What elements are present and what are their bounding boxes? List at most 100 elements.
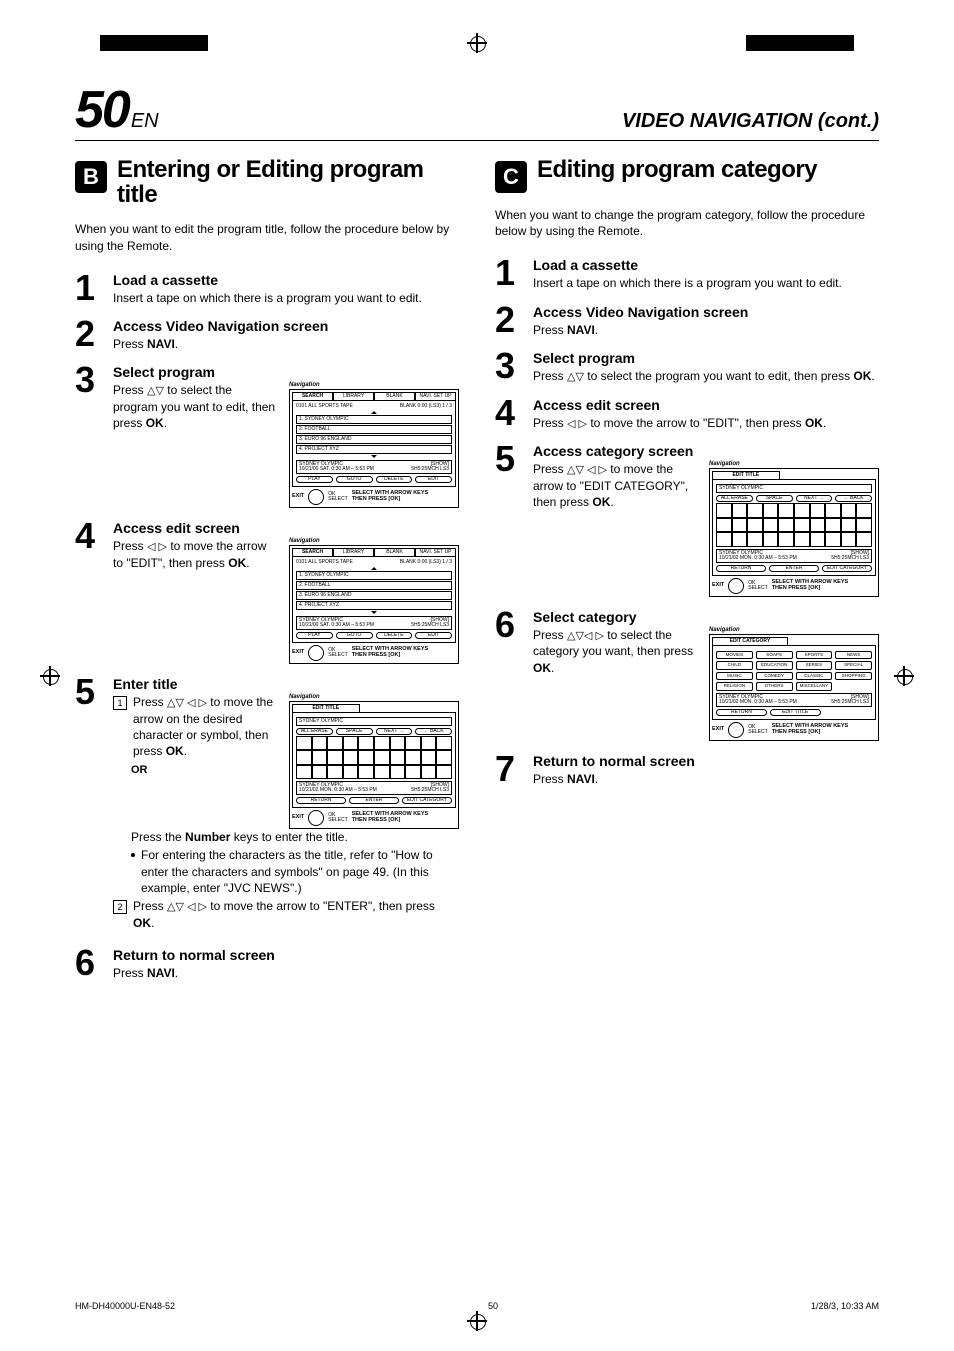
color-bar-left	[100, 35, 244, 51]
b-step-6: 6 Return to normal screen Press NAVI.	[75, 947, 459, 981]
b5-sub-2: 2 Press △▽ ◁ ▷ to move the arrow to "ENT…	[113, 898, 459, 931]
foot-msg-1: SELECT WITH ARROW KEYS THEN PRESS [OK]	[352, 491, 429, 503]
c-step-3-txt: Press △▽ to select the program you want …	[533, 368, 879, 385]
btn-erase-1: ALL ERASE	[296, 728, 333, 735]
list-item-2a: 1. SYDNEY OLYMPIC	[296, 571, 452, 580]
b3-key: OK	[146, 416, 164, 430]
b-step-5-num: 5	[75, 676, 101, 708]
c2-key: NAVI	[567, 323, 595, 337]
list-item-1c: 3. EURO 96 ENGLAND	[296, 435, 452, 444]
c4-mid: to move the arrow to "EDIT", then press	[587, 416, 805, 430]
col-right: C Editing program category When you want…	[495, 151, 879, 993]
b3-pre: Press	[113, 383, 147, 397]
foot-sel-2: SELECT	[328, 652, 347, 658]
list-item-1b: 2. FOOTBALL	[296, 425, 452, 434]
btn-enter-2: ENTER	[769, 565, 819, 572]
cat-special: SPECIAL	[835, 661, 872, 670]
b5-2-arrows: △▽ ◁ ▷	[167, 901, 207, 913]
edit-info-r-2: [SHOW] 5H5:25MCH LS3	[831, 551, 869, 561]
col-left: B Entering or Editing program title When…	[75, 151, 459, 993]
tab-blank-2: BLANK	[374, 548, 415, 556]
b-step-2-num: 2	[75, 318, 101, 350]
b5-2-pre: Press	[133, 899, 167, 913]
btn-return-3: RETURN	[716, 709, 767, 716]
cat-education: EDUCATION	[756, 661, 793, 670]
btn-erase-2: ALL ERASE	[716, 495, 753, 502]
c5-post: .	[610, 495, 613, 509]
b5-sub-2-num: 2	[113, 900, 127, 914]
b6-post: .	[175, 966, 178, 980]
info-l-2: SYDNEY OLYMPIC 10/21/00 SAT. 0:30 AM – 5…	[299, 618, 374, 628]
b-step-3-num: 3	[75, 364, 101, 396]
foot-msg-4: SELECT WITH ARROW KEYS THEN PRESS [OK]	[772, 580, 849, 592]
btn-goto-2: GOTO	[336, 632, 373, 639]
nav-brand-1: Navigation	[289, 382, 459, 388]
page-number-value: 50	[75, 81, 129, 139]
section-b-title: Entering or Editing program title	[117, 157, 459, 207]
foot-sel-1: SELECT	[328, 496, 347, 502]
tab-edit-title-2: EDIT TITLE	[712, 471, 780, 479]
b-step-2: 2 Access Video Navigation screen Press N…	[75, 318, 459, 352]
c-step-5-hd: Access category screen	[533, 443, 879, 459]
c4-key: OK	[805, 416, 823, 430]
b5-1-arrows: △▽ ◁ ▷	[167, 697, 207, 709]
c6-screenshot: Navigation EDIT CATEGORY MOVIES SOAPS	[709, 627, 879, 741]
c-step-1-txt: Insert a tape on which there is a progra…	[533, 275, 879, 291]
color-bar-right	[710, 35, 854, 51]
c-step-6-txt: Press △▽◁ ▷ to select the category you w…	[533, 627, 699, 676]
foot-sel-4: SELECT	[748, 585, 767, 591]
list-item-1d: 4. PROJECT XYZ	[296, 445, 452, 454]
foot-msg-3: SELECT WITH ARROW KEYS THEN PRESS [OK]	[352, 812, 429, 824]
page-footer: HM-DH40000U-EN48-52 50 1/28/3, 10:33 AM	[75, 1301, 879, 1311]
b-step-1-txt: Insert a tape on which there is a progra…	[113, 290, 459, 306]
section-b-heading: B Entering or Editing program title	[75, 157, 459, 207]
b-step-6-hd: Return to normal screen	[113, 947, 459, 963]
c-step-3-hd: Select program	[533, 350, 879, 366]
tab-setup-2: NAVI. SET UP	[415, 548, 456, 556]
tab-edit-title-1: EDIT TITLE	[292, 704, 360, 712]
c6-key: OK	[533, 661, 551, 675]
c-step-7-txt: Press NAVI.	[533, 771, 879, 787]
b-step-3-txt: Press △▽ to select the program you want …	[113, 382, 279, 431]
edit-info-l-2: SYDNEY OLYMPIC 10/21/02 MON. 0:30 AM – 5…	[719, 551, 797, 561]
info-r-1: [SHOW] 5H5:25MCH LS3	[411, 462, 449, 472]
cat-religion: RELIGION	[716, 682, 753, 691]
cat-info-r: [SHOW] 5H5:25MCH LS3	[831, 695, 869, 705]
foot-msg-2: SELECT WITH ARROW KEYS THEN PRESS [OK]	[352, 647, 429, 659]
edit-input-1: SYDNEY OLYMPIC	[296, 717, 452, 726]
btn-enter-1: ENTER	[349, 797, 399, 804]
c3-post: .	[871, 369, 874, 383]
cat-child: CHILD	[716, 661, 753, 670]
c4-post: .	[823, 416, 826, 430]
c-step-4-txt: Press ◁ ▷ to move the arrow to "EDIT", t…	[533, 415, 879, 432]
c5-arrows: △▽ ◁ ▷	[567, 464, 607, 476]
c3-key: OK	[853, 369, 871, 383]
b5-2-key: OK	[133, 916, 151, 930]
nav-brand-5: Navigation	[709, 627, 879, 633]
tab-library-1: LIBRARY	[333, 392, 374, 400]
c3-arrows: △▽	[567, 371, 584, 383]
c-step-1: 1 Load a cassette Insert a tape on which…	[495, 257, 879, 291]
b5-sub-1-num: 1	[113, 696, 127, 710]
footer-center: 50	[488, 1301, 498, 1311]
printer-marks-top	[0, 35, 954, 75]
b5-sub-1: 1 Press △▽ ◁ ▷ to move the arrow on the …	[113, 694, 279, 759]
nav-brand-4: Navigation	[709, 461, 879, 467]
page-number-suffix: EN	[131, 110, 159, 132]
c-step-5: 5 Access category screen Press △▽ ◁ ▷ to…	[495, 443, 879, 596]
page: 50EN VIDEO NAVIGATION (cont.) B Entering…	[0, 0, 954, 1351]
b5-press-pre: Press the	[131, 830, 185, 844]
b-step-6-num: 6	[75, 947, 101, 979]
btn-return-1: RETURN	[296, 797, 346, 804]
c5-key: OK	[592, 495, 610, 509]
tab-blank-1: BLANK	[374, 392, 415, 400]
c-step-2-num: 2	[495, 304, 521, 336]
tab-search-2: SEARCH	[292, 548, 333, 556]
b5-press-number: Press the Number keys to enter the title…	[131, 829, 459, 845]
b-step-1: 1 Load a cassette Insert a tape on which…	[75, 272, 459, 306]
b5-press-key: Number	[185, 830, 230, 844]
b-step-3-hd: Select program	[113, 364, 459, 380]
c5-screenshot: Navigation EDIT TITLE SYDNEY OLYMPIC ALL…	[709, 461, 879, 596]
b3-screenshot: Navigation SEARCH LIBRARY BLANK NAVI. SE…	[289, 382, 459, 508]
foot-msg-5: SELECT WITH ARROW KEYS THEN PRESS [OK]	[772, 724, 849, 736]
